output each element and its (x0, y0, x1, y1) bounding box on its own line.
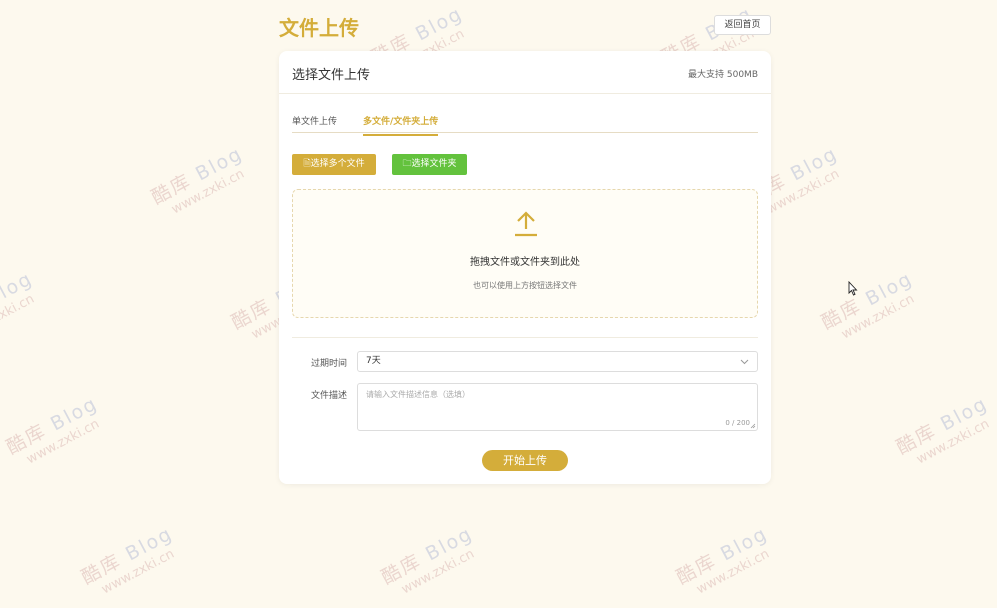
drop-zone-title: 拖拽文件或文件夹到此处 (470, 257, 580, 268)
upload-card: 选择文件上传 最大支持 500MB 单文件上传 多文件/文件夹上传 🗎选择多个文… (279, 51, 771, 484)
expiry-value: 7天 (366, 356, 381, 366)
watermark: 酷库 Blog www.zxki.cn (672, 522, 772, 598)
folder-icon: 🗀 (402, 159, 412, 169)
watermark: 酷库 Blog www.zxki.cn (2, 392, 102, 468)
expiry-label: 过期时间 (310, 359, 347, 369)
watermark: 酷库 Blog www.zxki.cn (0, 267, 37, 343)
mouse-cursor-icon (848, 281, 858, 296)
tab-multi-file-folder[interactable]: 多文件/文件夹上传 (363, 114, 439, 136)
size-limit-text: 最大支持 500MB (688, 70, 758, 80)
upload-arrow-icon (515, 211, 537, 237)
description-textarea[interactable]: 请输入文件描述信息（选填） 0 / 200 (357, 383, 758, 431)
divider (292, 337, 758, 338)
watermark: 酷库 Blog www.zxki.cn (377, 522, 477, 598)
select-files-label: 选择多个文件 (310, 159, 365, 169)
expiry-select[interactable]: 7天 (357, 351, 758, 372)
chevron-down-icon (740, 359, 749, 365)
watermark: 酷库 Blog www.zxki.cn (147, 142, 247, 218)
upload-mode-tabs: 单文件上传 多文件/文件夹上传 (292, 111, 758, 136)
card-title: 选择文件上传 (292, 68, 371, 83)
watermark: 酷库 Blog www.zxki.cn (77, 522, 177, 598)
select-folder-label: 选择文件夹 (411, 159, 457, 169)
drop-zone-hint: 也可以使用上方按钮选择文件 (473, 281, 577, 290)
select-files-button[interactable]: 🗎选择多个文件 (292, 154, 376, 175)
page-title: 文件上传 (279, 16, 359, 40)
back-home-button[interactable]: 返回首页 (714, 15, 771, 35)
start-upload-button[interactable]: 开始上传 (482, 450, 568, 471)
description-label: 文件描述 (310, 391, 347, 401)
watermark: 酷库 Blog www.zxki.cn (892, 392, 992, 468)
file-icon: 🗎 (303, 159, 311, 169)
drop-zone[interactable]: 拖拽文件或文件夹到此处 也可以使用上方按钮选择文件 (292, 189, 758, 318)
tab-single-file[interactable]: 单文件上传 (292, 114, 337, 134)
char-count: 0 / 200 (725, 419, 750, 427)
description-placeholder: 请输入文件描述信息（选填） (366, 390, 470, 399)
card-header: 选择文件上传 最大支持 500MB (279, 51, 771, 94)
watermark: 酷库 Blog www.zxki.cn (817, 267, 917, 343)
resize-handle-icon[interactable] (750, 423, 756, 429)
select-folder-button[interactable]: 🗀选择文件夹 (392, 154, 467, 175)
